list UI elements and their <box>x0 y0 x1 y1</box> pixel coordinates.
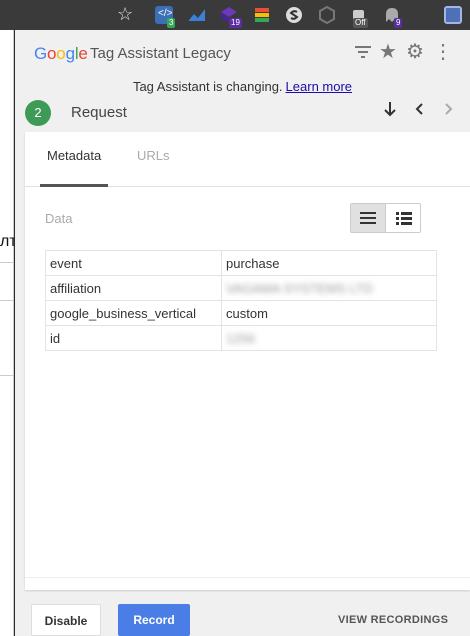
request-detail-card: Metadata URLs Data event purchase affili… <box>25 132 470 590</box>
active-tab-indicator <box>40 184 108 187</box>
blurred-value: VAGAMA SYSTEMS LTD <box>226 280 373 296</box>
background-divider <box>0 375 14 376</box>
request-row: 2 Request <box>15 100 470 130</box>
background-divider <box>0 300 14 301</box>
metadata-value: VAGAMA SYSTEMS LTD <box>221 275 437 301</box>
blurred-value: 1256 <box>226 330 255 346</box>
more-vert-icon[interactable]: ⋮ <box>433 42 453 62</box>
stack-ext-icon[interactable] <box>253 6 271 24</box>
active-tag-assistant-ext-icon[interactable] <box>444 6 462 24</box>
background-text: лт <box>0 233 14 250</box>
ext-badge: 3 <box>167 18 176 28</box>
arrow-down-icon[interactable] <box>380 100 400 123</box>
chevron-left-icon[interactable] <box>410 100 430 123</box>
bookmark-star-icon[interactable]: ☆ <box>117 4 133 25</box>
ext-badge: 19 <box>229 18 242 28</box>
tab-metadata[interactable]: Metadata <box>47 148 101 163</box>
tab-bar: Metadata URLs <box>25 132 470 187</box>
ext-badge: Off <box>353 18 368 28</box>
hex-ext-icon[interactable] <box>318 5 336 25</box>
tab-urls[interactable]: URLs <box>137 148 170 163</box>
chevron-right-icon[interactable] <box>438 100 458 123</box>
request-number-badge: 2 <box>25 100 51 126</box>
ghost-ext-icon[interactable]: 9 <box>383 6 403 28</box>
metadata-value: 1256 <box>221 325 437 351</box>
detail-view-icon[interactable] <box>386 204 421 232</box>
blank-ext-icon[interactable] <box>418 6 436 24</box>
ext-badge: 9 <box>394 18 403 28</box>
metadata-key: id <box>45 325 222 351</box>
learn-more-link[interactable]: Learn more <box>286 79 352 94</box>
record-button[interactable]: Record <box>118 604 190 636</box>
popup-header: Google Tag Assistant Legacy ★ ⚙ ⋮ <box>15 30 470 70</box>
cup-ext-icon[interactable]: Off <box>350 6 368 28</box>
metadata-key: event <box>45 250 222 276</box>
google-logo: Google <box>34 44 88 63</box>
view-mode-toggle <box>350 203 421 233</box>
wave-ext-icon[interactable] <box>188 6 206 24</box>
app-title: Tag Assistant Legacy <box>90 45 231 62</box>
list-view-icon[interactable] <box>351 204 386 232</box>
star-icon[interactable]: ★ <box>379 42 397 62</box>
s-circle-ext-icon[interactable] <box>285 6 303 24</box>
disable-button[interactable]: Disable <box>31 604 101 636</box>
metadata-key: affiliation <box>45 275 222 301</box>
change-notice: Tag Assistant is changing. Learn more <box>15 79 470 94</box>
card-divider <box>25 577 470 578</box>
metadata-key: google_business_vertical <box>45 300 222 326</box>
metadata-table: event purchase affiliation VAGAMA SYSTEM… <box>45 250 437 351</box>
table-row: id 1256 <box>45 325 437 351</box>
tag-assistant-popup: Google Tag Assistant Legacy ★ ⚙ ⋮ Tag As… <box>15 30 470 636</box>
filter-icon[interactable] <box>353 42 373 66</box>
gear-icon[interactable]: ⚙ <box>406 42 424 62</box>
metadata-value: purchase <box>221 250 437 276</box>
background-divider <box>0 262 14 263</box>
tag-assistant-ext-icon[interactable]: </> 3 <box>155 6 176 28</box>
cube-ext-icon[interactable]: 19 <box>220 6 242 28</box>
data-section-label: Data <box>45 211 73 226</box>
browser-toolbar: ☆ </> 3 19 Off 9 <box>0 0 470 30</box>
background-page: лт <box>0 30 14 636</box>
view-recordings-button[interactable]: VIEW RECORDINGS <box>338 614 448 626</box>
notice-text: Tag Assistant is changing. <box>132 79 283 94</box>
table-row: affiliation VAGAMA SYSTEMS LTD <box>45 275 437 301</box>
table-row: event purchase <box>45 250 437 276</box>
table-row: google_business_vertical custom <box>45 300 437 326</box>
request-label: Request <box>71 104 127 121</box>
metadata-value: custom <box>221 300 437 326</box>
